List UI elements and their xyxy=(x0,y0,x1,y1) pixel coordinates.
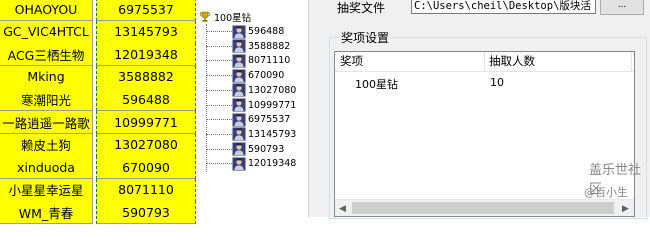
sheet-row: 一路逍遥一路歌 10999771 xyxy=(0,111,196,134)
tree-branch-line xyxy=(206,104,234,106)
tree-leaf-label: 6975537 xyxy=(248,114,291,126)
person-icon xyxy=(232,39,246,53)
person-icon xyxy=(232,127,246,141)
browse-button[interactable]: ... xyxy=(600,0,644,15)
tree-leaf-label: 596488 xyxy=(248,26,285,37)
tree-leaf[interactable]: 3588882 xyxy=(206,39,290,54)
number-cell[interactable]: 596488 xyxy=(96,88,196,112)
person-icon xyxy=(232,69,246,83)
name-cell[interactable]: xinduoda xyxy=(0,156,93,180)
name-cell[interactable]: 寒潮阳光 xyxy=(0,88,93,112)
number-cell[interactable]: 670090 xyxy=(96,156,196,180)
tree-root[interactable]: 100星钻 xyxy=(199,9,251,25)
tree-leaf[interactable]: 10999771 xyxy=(206,98,296,113)
tree-branch-line xyxy=(206,89,234,91)
tree-branch-line xyxy=(206,75,234,77)
lottery-dialog: 抽奖文件 C:\Users\cheil\Desktop\版块活 ... 奖项设置… xyxy=(308,0,650,219)
prize-row[interactable]: 100星钻 10 xyxy=(335,74,634,92)
tree-leaf-label: 10999771 xyxy=(248,99,297,111)
number-cell[interactable]: 12019348 xyxy=(96,43,196,67)
scroll-right-icon[interactable]: ▶ xyxy=(622,203,629,214)
horizontal-scrollbar[interactable]: ◀ ▶ xyxy=(335,199,634,216)
tree-leaf[interactable]: 590793 xyxy=(206,142,284,157)
tree-leaf[interactable]: 670090 xyxy=(206,68,284,83)
spreadsheet: OHAOYOU 6975537 GC_VIC4HTCL 13145793 ACG三栖生物… xyxy=(0,0,196,225)
column-count[interactable]: 抽取人数 xyxy=(485,52,632,71)
scroll-left-icon[interactable]: ◀ xyxy=(339,203,346,214)
tree-leaf[interactable]: 596488 xyxy=(206,24,284,39)
sheet-row: ACG三栖生物 12019348 xyxy=(0,43,196,67)
number-cell[interactable]: 3588882 xyxy=(96,65,196,89)
prize-settings-title: 奖项设置 xyxy=(339,29,392,46)
number-cell[interactable]: 10999771 xyxy=(96,111,196,134)
person-icon xyxy=(232,98,246,112)
tree-leaf-label: 12019348 xyxy=(248,158,297,170)
tree-leaf-label: 8071110 xyxy=(248,55,291,67)
tree-leaf[interactable]: 12019348 xyxy=(206,156,296,171)
tree-leaf-label: 3588882 xyxy=(248,40,291,52)
tree-leaf[interactable]: 13027080 xyxy=(206,83,296,98)
prize-name: 100星钻 xyxy=(355,78,398,91)
number-cell[interactable]: 13027080 xyxy=(96,133,196,157)
prize-list-header: 奖项 抽取人数 xyxy=(335,52,634,72)
watermark-sub: @百小生 xyxy=(584,186,628,199)
sheet-row: 寒潮阳光 596488 xyxy=(0,88,196,112)
tree-branch-line xyxy=(206,60,234,62)
number-cell[interactable]: 13145793 xyxy=(96,20,196,44)
person-icon xyxy=(232,54,246,68)
number-cell[interactable]: 8071110 xyxy=(96,178,196,202)
column-prize[interactable]: 奖项 xyxy=(335,52,485,71)
trophy-icon xyxy=(199,11,211,22)
name-cell[interactable]: Mking xyxy=(0,65,93,89)
person-icon xyxy=(232,83,246,97)
tree-leaf-label: 13145793 xyxy=(248,128,297,140)
prize-tree: 100星钻 596488 3588882 8071110 670090 13027080… xyxy=(196,0,308,217)
name-cell[interactable]: 小星星幸运星 xyxy=(0,178,93,202)
tree-leaf[interactable]: 13145793 xyxy=(206,127,296,142)
sheet-row: WM_青春 590793 xyxy=(0,201,196,225)
sheet-row: OHAOYOU 6975537 xyxy=(0,0,196,21)
tree-leaf[interactable]: 6975537 xyxy=(206,112,290,127)
sheet-row: 赖皮土狗 13027080 xyxy=(0,133,196,157)
person-icon xyxy=(232,157,246,171)
prize-count: 10 xyxy=(490,76,504,89)
tree-leaf[interactable]: 8071110 xyxy=(206,53,290,68)
name-cell[interactable]: WM_青春 xyxy=(0,201,93,225)
tree-root-label: 100星钻 xyxy=(214,13,252,24)
sheet-row: 小星星幸运星 8071110 xyxy=(0,178,196,202)
name-cell[interactable]: ACG三栖生物 xyxy=(0,43,93,67)
person-icon xyxy=(232,25,246,38)
tree-branch-line xyxy=(206,119,234,121)
file-label: 抽奖文件 xyxy=(337,1,386,15)
name-cell[interactable]: GC_VIC4HTCL xyxy=(0,20,93,44)
number-cell[interactable]: 6975537 xyxy=(96,0,196,21)
name-cell[interactable]: OHAOYOU xyxy=(0,0,93,21)
person-icon xyxy=(232,142,246,156)
sheet-row: Mking 3588882 xyxy=(0,65,196,89)
tree-branch-line xyxy=(206,133,234,135)
name-cell[interactable]: 一路逍遥一路歌 xyxy=(0,111,93,134)
tree-branch-line xyxy=(206,163,234,165)
sheet-row: GC_VIC4HTCL 13145793 xyxy=(0,20,196,44)
number-cell[interactable]: 590793 xyxy=(96,201,196,225)
tree-branch-line xyxy=(206,31,234,32)
file-path-input[interactable]: C:\Users\cheil\Desktop\版块活 xyxy=(411,0,596,14)
tree-leaf-label: 13027080 xyxy=(248,84,297,96)
tree-leaf-label: 590793 xyxy=(248,143,285,155)
sheet-row: xinduoda 670090 xyxy=(0,156,196,180)
tree-branch-line xyxy=(206,45,234,47)
name-cell[interactable]: 赖皮土狗 xyxy=(0,133,93,157)
tree-leaf-label: 670090 xyxy=(248,70,285,82)
tree-branch-line xyxy=(206,148,234,150)
scroll-thumb[interactable] xyxy=(352,202,614,214)
person-icon xyxy=(232,113,246,127)
